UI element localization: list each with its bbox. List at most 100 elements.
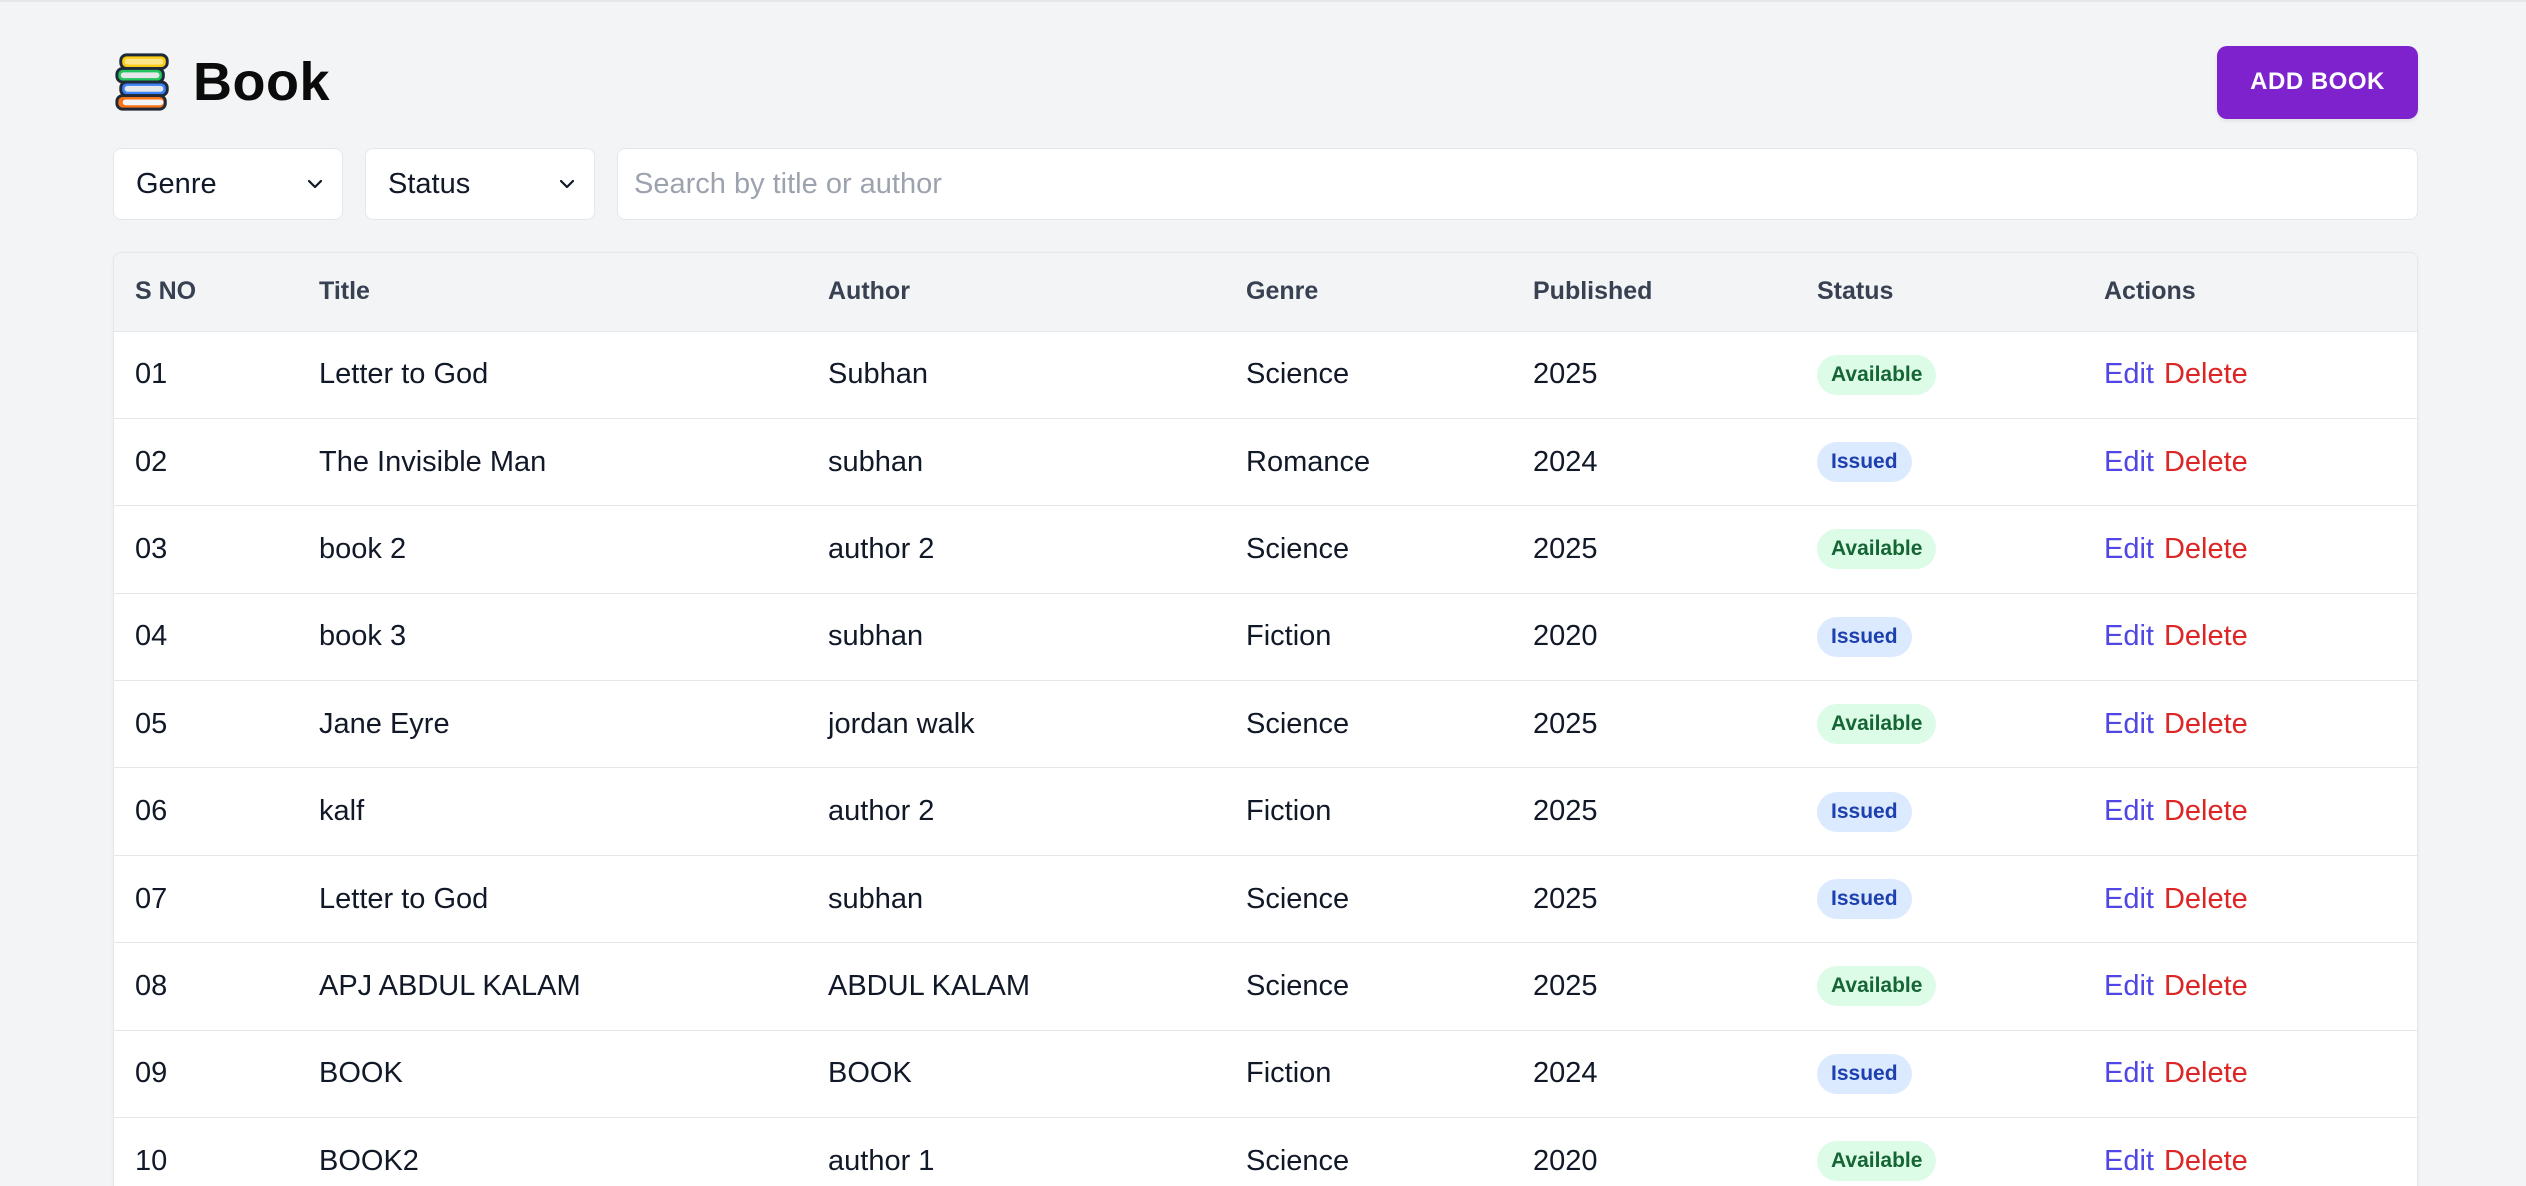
status-select[interactable]: Status [365,148,595,220]
edit-link[interactable]: Edit [2104,883,2154,915]
cell-published: 2025 [1533,532,1598,565]
cell-genre: Science [1246,707,1350,740]
status-badge: Available [1817,704,1937,745]
cell-published: 2025 [1533,969,1598,1002]
books-table: S NO Title Author Genre Published Status… [114,253,2417,1186]
delete-link[interactable]: Delete [2164,620,2248,652]
cell-author: subhan [828,620,924,653]
column-header-title: Title [319,277,370,306]
status-badge: Available [1817,966,1937,1007]
delete-link[interactable]: Delete [2164,446,2248,478]
cell-title: Letter to God [319,358,489,391]
column-header-author: Author [828,277,910,306]
chevron-down-icon [559,179,575,189]
edit-link[interactable]: Edit [2104,1145,2154,1177]
delete-link[interactable]: Delete [2164,970,2248,1002]
status-badge: Issued [1817,791,1912,832]
edit-link[interactable]: Edit [2104,795,2154,827]
cell-sno: 02 [135,445,168,478]
cell-status: Available [1796,681,2083,768]
genre-select[interactable]: Genre [113,148,343,220]
status-badge: Issued [1817,442,1912,483]
cell-published: 2025 [1533,358,1598,391]
cell-sno: 04 [135,620,168,653]
cell-published: 2024 [1533,1057,1598,1090]
cell-author: subhan [828,445,924,478]
status-badge: Available [1817,354,1937,395]
edit-link[interactable]: Edit [2104,358,2154,390]
cell-published: 2025 [1533,707,1598,740]
edit-link[interactable]: Edit [2104,533,2154,565]
cell-status: Issued [1796,768,2083,855]
cell-genre: Fiction [1246,620,1332,653]
delete-link[interactable]: Delete [2164,883,2248,915]
cell-published: 2025 [1533,882,1598,915]
cell-status: Available [1796,943,2083,1030]
cell-published: 2024 [1533,445,1598,478]
table-row: 04 book 3 subhan Fiction 2020 Issued Edit Delet… [114,593,2417,680]
edit-link[interactable]: Edit [2104,708,2154,740]
chevron-down-icon [307,179,323,189]
header: Book ADD BOOK [113,44,2418,120]
filter-bar: Genre Status [113,148,2418,220]
cell-actions: Edit Delete [2083,1118,2417,1186]
cell-genre: Science [1246,1144,1350,1177]
table-header: S NO Title Author Genre Published Status… [114,253,2417,331]
cell-actions: Edit Delete [2083,943,2417,1030]
cell-title: BOOK [319,1057,403,1090]
cell-author: author 2 [828,795,935,828]
column-header-genre: Genre [1246,277,1319,306]
cell-published: 2020 [1533,620,1598,653]
edit-link[interactable]: Edit [2104,446,2154,478]
cell-author: jordan walk [828,707,975,740]
table-row: 01 Letter to God Subhan Science 2025 Availabl… [114,331,2417,418]
cell-title: kalf [319,795,365,828]
table-row: 10 BOOK2 author 1 Science 2020 Available Edit D… [114,1117,2417,1186]
table-body: 01 Letter to God Subhan Science 2025 Availabl… [114,331,2417,1186]
edit-link[interactable]: Edit [2104,970,2154,1002]
cell-author: BOOK [828,1057,912,1090]
cell-title: The Invisible Man [319,445,547,478]
add-book-button[interactable]: ADD BOOK [2217,45,2418,119]
cell-title: book 2 [319,532,407,565]
cell-author: ABDUL KALAM [828,969,1030,1002]
column-header-sno: S NO [135,277,197,306]
cell-author: author 1 [828,1144,935,1177]
delete-link[interactable]: Delete [2164,533,2248,565]
cell-actions: Edit Delete [2083,418,2417,505]
status-select-value: Status [388,167,471,200]
table-header-row: S NO Title Author Genre Published Status… [114,253,2417,331]
cell-sno: 08 [135,969,168,1002]
search-input[interactable] [617,148,2418,220]
delete-link[interactable]: Delete [2164,1057,2248,1089]
cell-genre: Science [1246,882,1350,915]
status-badge: Issued [1817,1053,1912,1094]
cell-status: Available [1796,331,2083,418]
edit-link[interactable]: Edit [2104,620,2154,652]
cell-sno: 06 [135,795,168,828]
cell-title: BOOK2 [319,1144,419,1177]
cell-status: Issued [1796,855,2083,942]
genre-select-value: Genre [136,167,217,200]
edit-link[interactable]: Edit [2104,1057,2154,1089]
page: Book ADD BOOK Genre Status Search by tit… [0,0,2526,1186]
column-header-actions: Actions [2104,277,2196,306]
table-row: 07 Letter to God subhan Science 2025 Issued Ed… [114,855,2417,942]
cell-title: APJ ABDUL KALAM [319,969,581,1002]
cell-actions: Edit Delete [2083,506,2417,593]
delete-link[interactable]: Delete [2164,358,2248,390]
cell-actions: Edit Delete [2083,855,2417,942]
delete-link[interactable]: Delete [2164,795,2248,827]
cell-sno: 10 [135,1144,168,1177]
cell-title: Letter to God [319,882,489,915]
table-row: 03 book 2 author 2 Science 2025 Available Edit… [114,505,2417,593]
table-row: 06 kalf author 2 Fiction 2025 Issued Edit Delet… [114,767,2417,855]
cell-sno: 07 [135,882,168,915]
delete-link[interactable]: Delete [2164,1145,2248,1177]
cell-author: subhan [828,882,924,915]
cell-actions: Edit Delete [2083,768,2417,855]
delete-link[interactable]: Delete [2164,708,2248,740]
cell-sno: 03 [135,532,168,565]
page-title: Book [193,52,330,112]
cell-genre: Fiction [1246,795,1332,828]
